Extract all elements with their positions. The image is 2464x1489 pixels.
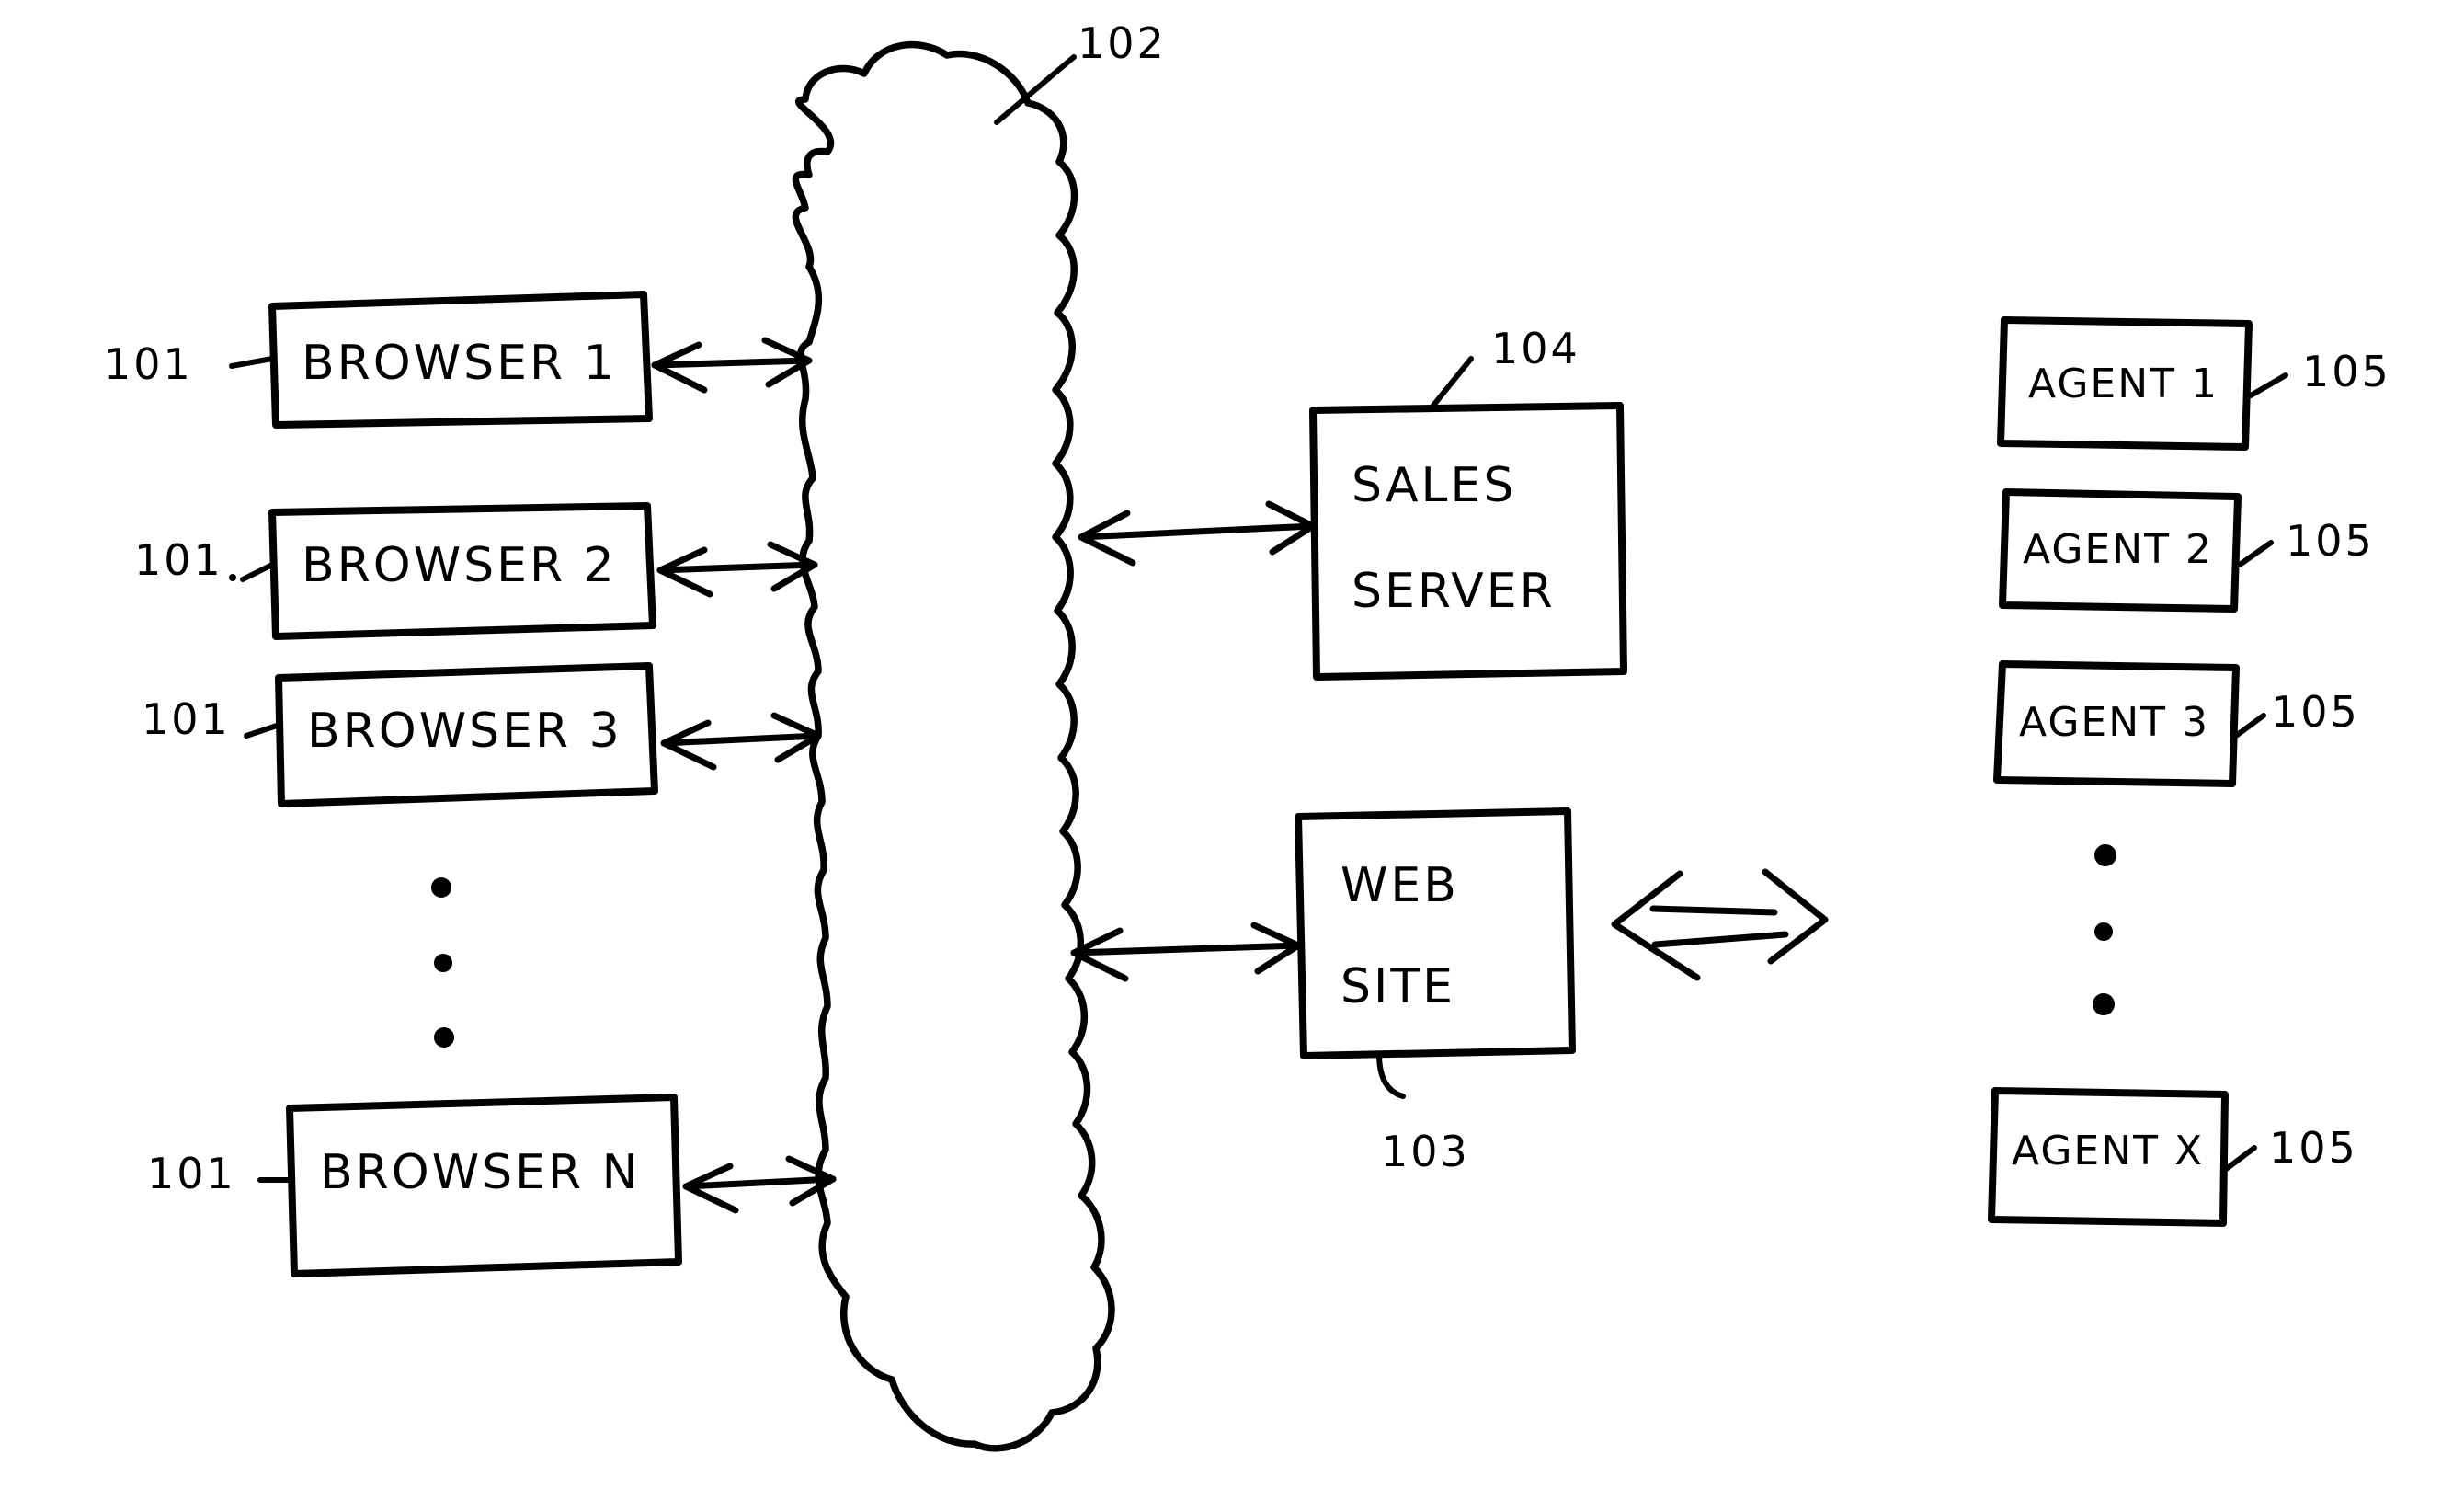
patent-figure: 102 BROWSER 1 101 BROWSER 2 101 BROWSER …	[0, 0, 2464, 1489]
browser-2-leader-line	[240, 562, 275, 582]
agent-3-leader-line	[2233, 713, 2266, 739]
sales-server-leader-line	[1430, 356, 1474, 409]
arrow-browser-n-to-cloud	[682, 1155, 837, 1214]
web-site-line-2: SITE	[1340, 959, 1455, 1014]
agent-1-leader-line	[2248, 372, 2288, 398]
arrow-cloud-to-web-site	[1070, 922, 1302, 982]
agent-1-label: AGENT 1	[2028, 361, 2219, 407]
browser-n-label: BROWSER N	[320, 1145, 641, 1200]
arrow-browser-3-to-cloud	[660, 712, 822, 771]
web-site-line-1: WEB	[1340, 858, 1459, 913]
browser-box-2[interactable]: BROWSER 2	[268, 502, 656, 640]
agent-x-ref-label: 105	[2269, 1123, 2358, 1173]
agent-3-label: AGENT 3	[2019, 699, 2209, 746]
browser-1-label: BROWSER 1	[302, 336, 617, 391]
sales-server-ref-label: 104	[1491, 324, 1580, 373]
agent-2-ref-label: 105	[2286, 516, 2375, 566]
agent-x-ref: 105	[2222, 1123, 2358, 1173]
agent-ellipsis	[2093, 844, 2116, 1015]
network-cloud: 102	[792, 18, 1167, 1452]
browser-1-ref: 101	[104, 339, 275, 389]
arrow-web-site-to-agents	[1611, 868, 1829, 981]
browser-box-1[interactable]: BROWSER 1	[268, 291, 653, 429]
browser-ellipsis	[431, 877, 454, 1048]
sales-server-line-2: SERVER	[1352, 564, 1556, 619]
browser-3-label: BROWSER 3	[307, 704, 622, 759]
browser-box-n[interactable]: BROWSER N	[286, 1094, 682, 1277]
web-site-box[interactable]: WEB SITE	[1295, 807, 1576, 1059]
agent-ellipsis-dot-3	[2093, 993, 2115, 1015]
browser-1-leader-line	[229, 356, 275, 369]
browser-3-leader-line	[244, 722, 282, 739]
web-site-ref-label: 103	[1381, 1127, 1470, 1176]
browser-2-label: BROWSER 2	[302, 538, 617, 593]
web-site-rect	[1295, 807, 1576, 1059]
sales-server-line-1: SALES	[1352, 458, 1516, 513]
browser-3-ref-label: 101	[142, 694, 231, 744]
agent-x-label: AGENT X	[2012, 1128, 2204, 1174]
agent-box-2[interactable]: AGENT 2	[1999, 488, 2242, 613]
browser-2-ref-dot	[229, 574, 236, 581]
agent-2-leader-line	[2237, 540, 2274, 567]
browser-ellipsis-dot-1	[431, 877, 451, 898]
web-site-ref: 103	[1376, 1051, 1470, 1176]
browser-ellipsis-dot-2	[434, 954, 452, 972]
sales-server-ref: 104	[1430, 324, 1580, 409]
agent-3-ref-label: 105	[2271, 687, 2360, 737]
agent-box-3[interactable]: AGENT 3	[1993, 660, 2240, 787]
browser-ellipsis-dot-3	[434, 1027, 454, 1048]
arrow-cloud-to-sales-server	[1078, 500, 1317, 567]
agent-box-x[interactable]: AGENT X	[1988, 1087, 2229, 1227]
web-site-leader-line	[1376, 1051, 1406, 1099]
browser-1-ref-label: 101	[104, 339, 193, 389]
arrow-right-head	[1762, 868, 1829, 965]
agent-1-ref: 105	[2248, 347, 2391, 398]
agent-x-leader-line	[2222, 1145, 2257, 1173]
browser-2-ref: 101	[134, 535, 275, 585]
browser-3-ref: 101	[142, 694, 282, 744]
arrow-browser-1-to-cloud	[651, 337, 813, 394]
browser-box-3[interactable]: BROWSER 3	[275, 662, 658, 807]
arrow-left-head	[1611, 870, 1701, 981]
cloud-ref-label: 102	[1078, 18, 1167, 68]
browser-n-ref: 101	[147, 1149, 293, 1198]
agent-ellipsis-dot-1	[2094, 844, 2116, 866]
sales-server-box[interactable]: SALES SERVER	[1309, 402, 1627, 681]
arrow-browser-2-to-cloud	[656, 541, 818, 598]
agent-box-1[interactable]: AGENT 1	[1997, 316, 2253, 451]
agent-ellipsis-dot-2	[2094, 922, 2113, 941]
browser-2-ref-label: 101	[134, 535, 223, 585]
cloud-outline	[792, 40, 1115, 1452]
agent-2-label: AGENT 2	[2023, 526, 2213, 573]
agent-1-ref-label: 105	[2302, 347, 2391, 396]
agent-2-ref: 105	[2237, 516, 2375, 567]
browser-n-ref-label: 101	[147, 1149, 236, 1198]
agent-3-ref: 105	[2233, 687, 2360, 739]
sales-server-rect	[1309, 402, 1627, 681]
figure-canvas: 102 BROWSER 1 101 BROWSER 2 101 BROWSER …	[104, 18, 2391, 1452]
